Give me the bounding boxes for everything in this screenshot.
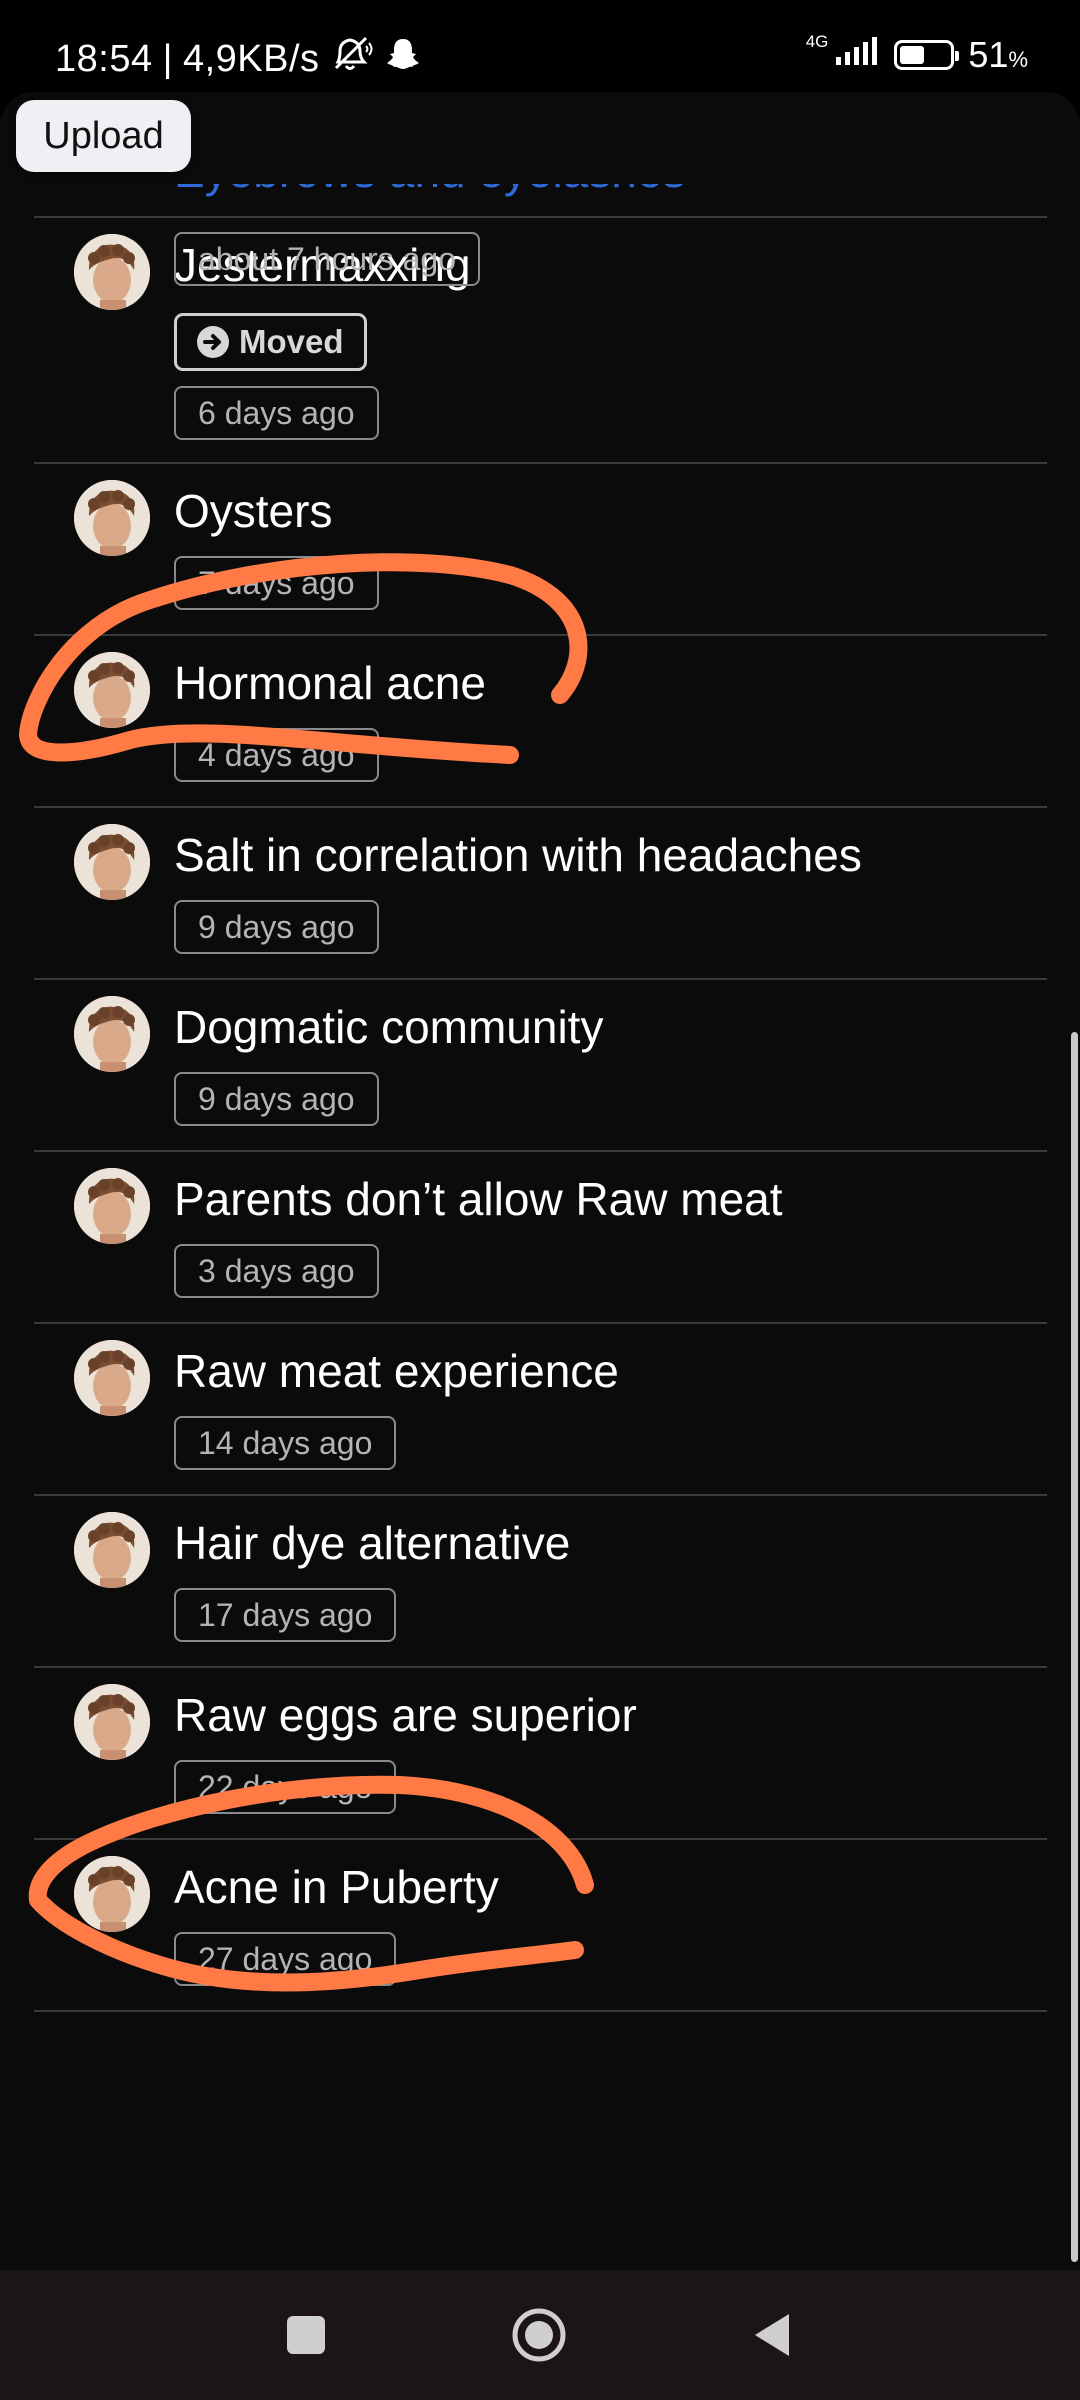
back-button[interactable] <box>712 2270 832 2400</box>
topic-time: 9 days ago <box>174 1072 379 1126</box>
topic-time: 7 days ago <box>174 556 379 610</box>
topic-title[interactable]: Oysters <box>174 484 332 538</box>
topic-time: 27 days ago <box>174 1932 397 1986</box>
topic-title[interactable]: Raw meat experience <box>174 1344 619 1398</box>
topic-title[interactable]: Dogmatic community <box>174 1000 603 1054</box>
topic-title[interactable]: Salt in correlation with headaches <box>174 828 862 882</box>
status-right: 4G 51% <box>805 31 1028 76</box>
battery-tip <box>955 51 960 61</box>
avatar[interactable] <box>74 1512 150 1588</box>
avatar[interactable] <box>74 1168 150 1244</box>
topic-row[interactable]: Raw eggs are superior 22 days ago <box>34 1668 1047 1840</box>
topic-time: 4 days ago <box>174 728 379 782</box>
topic-title[interactable]: Hormonal acne <box>174 656 486 710</box>
avatar[interactable] <box>74 652 150 728</box>
network-speed: 4,9KB/s <box>182 37 320 80</box>
avatar[interactable] <box>74 1684 150 1760</box>
status-separator: | <box>162 37 173 80</box>
topic-list: Jestermaxxing Moved 6 days ago Oysters 7 day… <box>34 216 1047 2012</box>
moved-badge-label: Moved <box>239 323 344 360</box>
partial-topic-time: about 7 hours ago <box>174 232 480 286</box>
snapchat-icon <box>384 35 422 83</box>
battery-percent-value: 51 <box>968 34 1009 75</box>
battery-level <box>900 46 925 64</box>
upload-button[interactable]: Upload <box>16 100 191 172</box>
battery-icon <box>894 40 960 70</box>
topic-title[interactable]: Raw eggs are superior <box>174 1688 637 1742</box>
clock: 18:54 <box>55 37 153 80</box>
home-button[interactable] <box>479 2270 599 2400</box>
avatar[interactable] <box>74 996 150 1072</box>
system-navigation-bar <box>0 2270 1080 2400</box>
topic-row[interactable]: Dogmatic community 9 days ago <box>34 980 1047 1152</box>
arrow-right-circle-icon <box>197 326 229 358</box>
screen: 18:54 | 4,9KB/s 4G 51% Eyebrows and eyel… <box>0 0 1080 2400</box>
back-icon <box>755 2314 789 2356</box>
status-left: 18:54 | 4,9KB/s <box>55 34 422 84</box>
topic-time: 3 days ago <box>174 1244 379 1298</box>
home-icon <box>512 2308 566 2362</box>
avatar[interactable] <box>74 1340 150 1416</box>
avatar[interactable] <box>74 824 150 900</box>
topic-row[interactable]: Parents don’t allow Raw meat 3 days ago <box>34 1152 1047 1324</box>
topic-row[interactable]: Hormonal acne 4 days ago <box>34 636 1047 808</box>
topic-title[interactable]: Hair dye alternative <box>174 1516 570 1570</box>
battery-percent: 51% <box>968 34 1028 76</box>
partial-topic-title[interactable]: Eyebrows and eyelashes <box>174 184 685 198</box>
battery-percent-sign: % <box>1008 47 1028 72</box>
avatar[interactable] <box>74 1856 150 1932</box>
status-bar: 18:54 | 4,9KB/s 4G 51% <box>0 0 1080 92</box>
topic-time: 17 days ago <box>174 1588 397 1642</box>
topic-title[interactable]: Parents don’t allow Raw meat <box>174 1172 783 1226</box>
network-type: 4G <box>805 31 829 51</box>
avatar[interactable] <box>74 234 150 310</box>
topic-time: 14 days ago <box>174 1416 397 1470</box>
topic-time: 9 days ago <box>174 900 379 954</box>
scrollbar[interactable] <box>1071 1032 1078 2262</box>
recents-button[interactable] <box>246 2270 366 2400</box>
signal-icon <box>834 34 880 76</box>
topic-time: 6 days ago <box>174 386 379 440</box>
recents-icon <box>287 2316 325 2354</box>
topic-time: 22 days ago <box>174 1760 397 1814</box>
alarm-off-icon <box>330 34 374 84</box>
topic-row[interactable]: Acne in Puberty 27 days ago <box>34 1840 1047 2012</box>
topic-title[interactable]: Acne in Puberty <box>174 1860 499 1914</box>
topic-row[interactable]: Salt in correlation with headaches 9 days… <box>34 808 1047 980</box>
moved-badge: Moved <box>174 313 367 371</box>
avatar[interactable] <box>74 480 150 556</box>
topic-row[interactable]: Oysters 7 days ago <box>34 464 1047 636</box>
topic-row[interactable]: Hair dye alternative 17 days ago <box>34 1496 1047 1668</box>
topic-row[interactable]: Raw meat experience 14 days ago <box>34 1324 1047 1496</box>
